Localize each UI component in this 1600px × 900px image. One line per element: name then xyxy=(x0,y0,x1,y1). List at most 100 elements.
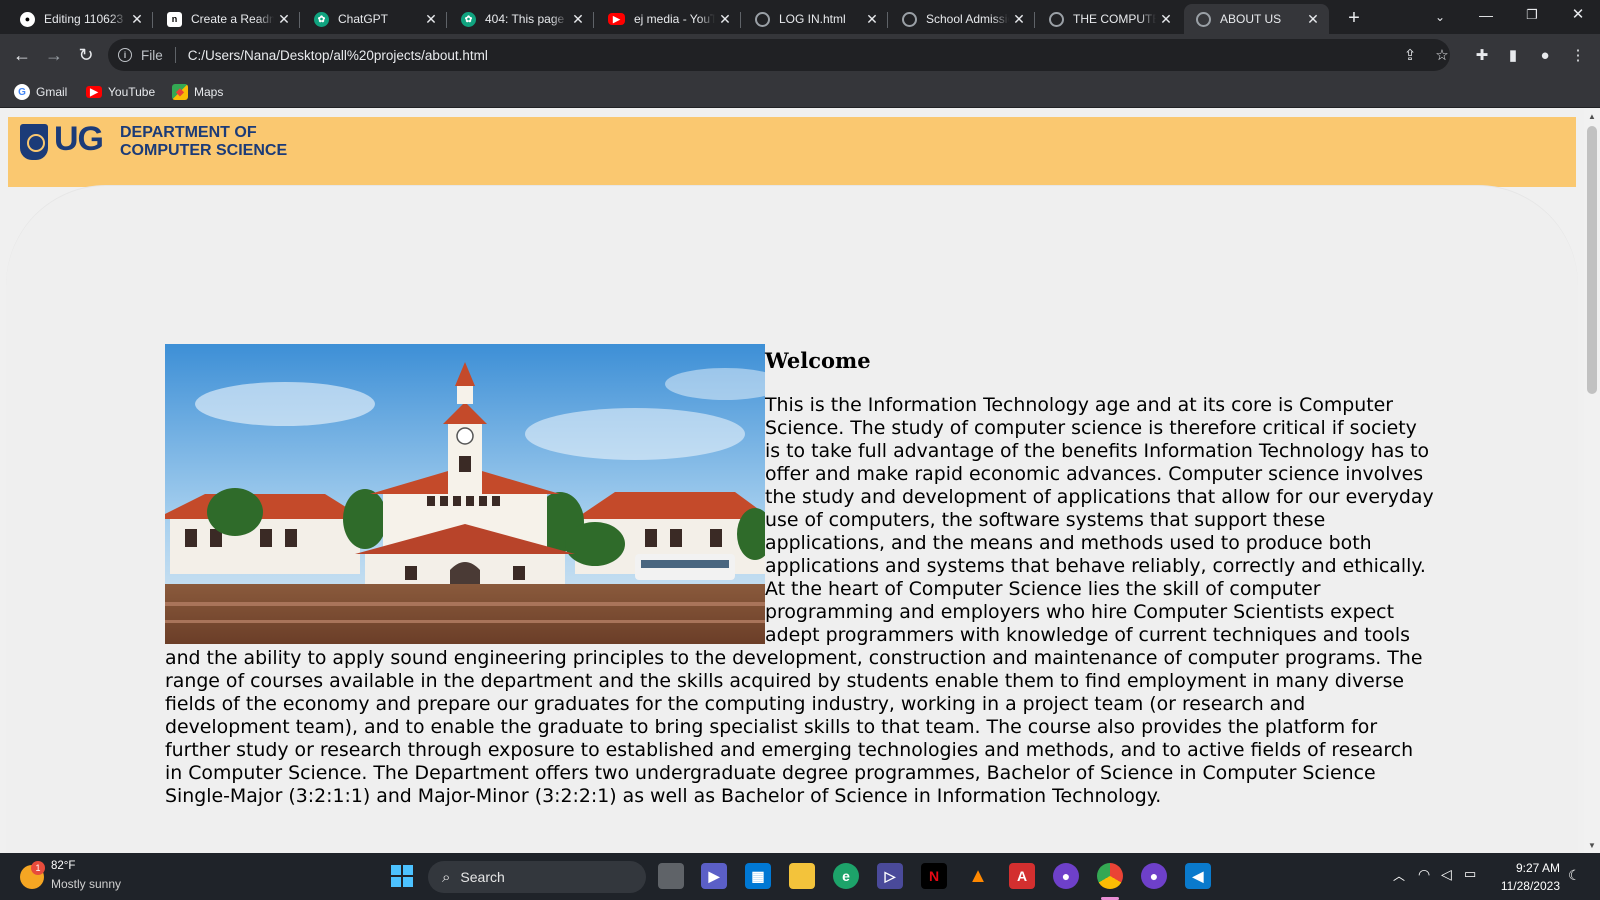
tab-strip: ● Editing 110623 ✕ n Create a Readme ✕ ✿… xyxy=(0,0,1600,34)
windows-taskbar: 1 82°F Mostly sunny ⌕ Search ▶ ▦ e ▷ N ▲… xyxy=(0,853,1600,900)
back-button[interactable]: ← xyxy=(8,41,36,69)
bookmark-youtube[interactable]: ▶ YouTube xyxy=(86,82,155,102)
bookmark-star-icon[interactable]: ☆ xyxy=(1432,45,1452,65)
chrome-icon[interactable] xyxy=(1097,863,1123,889)
reload-button[interactable]: ↻ xyxy=(72,41,100,69)
tab-readme[interactable]: n Create a Readme ✕ xyxy=(155,4,300,34)
bookmark-maps[interactable]: ◆ Maps xyxy=(172,82,223,102)
youtube-icon: ▶ xyxy=(86,86,102,98)
windows-start-icon[interactable] xyxy=(389,863,415,889)
globe-icon xyxy=(1196,11,1211,27)
close-icon[interactable]: ✕ xyxy=(862,11,882,28)
notion-icon: n xyxy=(167,11,182,27)
welcome-heading: Welcome xyxy=(765,348,871,373)
close-icon[interactable]: ✕ xyxy=(568,11,588,28)
tab-title: THE COMPUTER xyxy=(1073,12,1156,26)
department-line-1: DEPARTMENT OF xyxy=(120,124,257,141)
weather-badge: 1 xyxy=(31,861,45,875)
department-line-2: COMPUTER SCIENCE xyxy=(120,142,288,159)
edge-icon[interactable]: e xyxy=(833,863,859,889)
globe-icon xyxy=(902,11,917,27)
tab-title: School Admission xyxy=(926,12,1009,26)
bookmarks-bar: G Gmail ▶ YouTube ◆ Maps xyxy=(0,76,1600,108)
close-icon[interactable]: ✕ xyxy=(274,11,294,28)
clock-time[interactable]: 9:27 AM xyxy=(1496,861,1560,875)
netflix-icon[interactable]: N xyxy=(921,863,947,889)
tab-404[interactable]: ✿ 404: This page could not be found ✕ xyxy=(449,4,594,34)
address-scheme: File xyxy=(141,47,163,63)
side-panel-icon[interactable]: ▮ xyxy=(1503,45,1523,65)
restore-button[interactable]: ❐ xyxy=(1520,4,1544,26)
page-viewport: UG DEPARTMENT OF COMPUTER SCIENCE Welcom… xyxy=(0,108,1584,853)
teams-chat-icon[interactable]: ▶ xyxy=(701,863,727,889)
close-icon[interactable]: ✕ xyxy=(715,11,735,28)
close-icon[interactable]: ✕ xyxy=(1303,11,1323,28)
tab-title: Editing 110623 xyxy=(44,12,124,26)
address-bar[interactable]: i File C:/Users/Nana/Desktop/all%20proje… xyxy=(108,39,1450,71)
acrobat-icon[interactable]: A xyxy=(1009,863,1035,889)
chatgpt-icon: ✿ xyxy=(461,11,476,27)
browser-toolbar: ← → ↻ i File C:/Users/Nana/Desktop/all%2… xyxy=(0,34,1600,76)
ug-crest-icon xyxy=(20,124,48,160)
tab-editing[interactable]: ● Editing 110623 ✕ xyxy=(8,4,153,34)
bookmark-label: YouTube xyxy=(108,85,156,99)
github-desktop-icon[interactable]: ● xyxy=(1053,863,1079,889)
tab-login[interactable]: LOG IN.html ✕ xyxy=(743,4,888,34)
scroll-down-arrow-icon[interactable]: ▼ xyxy=(1584,837,1600,853)
bookmark-gmail[interactable]: G Gmail xyxy=(14,82,67,102)
tab-title: LOG IN.html xyxy=(779,12,846,26)
weather-temp[interactable]: 82°F xyxy=(51,860,75,872)
minimize-button[interactable]: — xyxy=(1474,4,1498,26)
tab-title: ej media - YouTube xyxy=(634,12,715,26)
new-tab-button[interactable]: + xyxy=(1342,6,1366,30)
extensions-icon[interactable]: ✚ xyxy=(1472,45,1492,65)
volume-icon[interactable]: ◁ xyxy=(1441,866,1452,883)
scroll-up-arrow-icon[interactable]: ▲ xyxy=(1584,108,1600,124)
search-placeholder: Search xyxy=(460,869,505,885)
chatgpt-icon: ✿ xyxy=(314,11,329,27)
share-icon[interactable]: ⇪ xyxy=(1400,45,1420,65)
taskbar-search[interactable]: ⌕ Search xyxy=(428,861,646,893)
tab-the-computer[interactable]: THE COMPUTER ✕ xyxy=(1037,4,1182,34)
menu-kebab-icon[interactable]: ⋮ xyxy=(1568,45,1588,65)
about-paragraph: This is the Information Technology age a… xyxy=(165,394,1435,808)
close-window-button[interactable]: ✕ xyxy=(1566,4,1590,26)
vlc-icon[interactable]: ▲ xyxy=(965,863,991,889)
github-icon[interactable]: ● xyxy=(1141,863,1167,889)
battery-icon[interactable]: ▭ xyxy=(1464,866,1476,882)
address-url[interactable]: C:/Users/Nana/Desktop/all%20projects/abo… xyxy=(188,48,488,63)
forward-button[interactable]: → xyxy=(40,41,68,69)
tray-chevron-icon[interactable]: ︿ xyxy=(1393,867,1405,884)
bookmark-label: Maps xyxy=(194,85,224,99)
logo-letters: UG xyxy=(54,120,104,158)
profile-icon[interactable]: ● xyxy=(1535,45,1555,65)
search-icon: ⌕ xyxy=(442,868,451,886)
close-icon[interactable]: ✕ xyxy=(1009,11,1029,28)
close-icon[interactable]: ✕ xyxy=(1156,11,1176,28)
scroll-thumb[interactable] xyxy=(1587,126,1597,394)
notification-moon-icon[interactable]: ☾ xyxy=(1568,867,1581,884)
microsoft-store-icon[interactable]: ▦ xyxy=(745,863,771,889)
tab-title: 404: This page could not be found xyxy=(485,12,568,26)
wifi-icon[interactable]: ◠ xyxy=(1418,866,1430,883)
youtube-icon: ▶ xyxy=(608,13,625,25)
task-view-icon[interactable] xyxy=(658,863,684,889)
power-automate-icon[interactable]: ▷ xyxy=(877,863,903,889)
page-scrollbar[interactable]: ▲ ▼ xyxy=(1584,108,1600,853)
tab-youtube[interactable]: ▶ ej media - YouTube ✕ xyxy=(596,4,741,34)
info-icon[interactable]: i xyxy=(118,48,132,62)
tab-search-chevron-icon[interactable]: ⌄ xyxy=(1428,6,1452,28)
tab-about-us[interactable]: ABOUT US ✕ xyxy=(1184,4,1329,34)
clock-date[interactable]: 11/28/2023 xyxy=(1496,879,1560,893)
weather-condition[interactable]: Mostly sunny xyxy=(51,877,121,891)
vscode-icon[interactable]: ◀ xyxy=(1185,863,1211,889)
file-explorer-icon[interactable] xyxy=(789,863,815,889)
close-icon[interactable]: ✕ xyxy=(421,11,441,28)
department-banner: UG DEPARTMENT OF COMPUTER SCIENCE xyxy=(8,117,1576,187)
photo-float-space xyxy=(165,394,765,642)
globe-icon xyxy=(1049,11,1064,27)
tab-chatgpt[interactable]: ✿ ChatGPT ✕ xyxy=(302,4,447,34)
tab-school-admission[interactable]: School Admission ✕ xyxy=(890,4,1035,34)
close-icon[interactable]: ✕ xyxy=(127,11,147,28)
tab-title: Create a Readme xyxy=(191,12,274,26)
